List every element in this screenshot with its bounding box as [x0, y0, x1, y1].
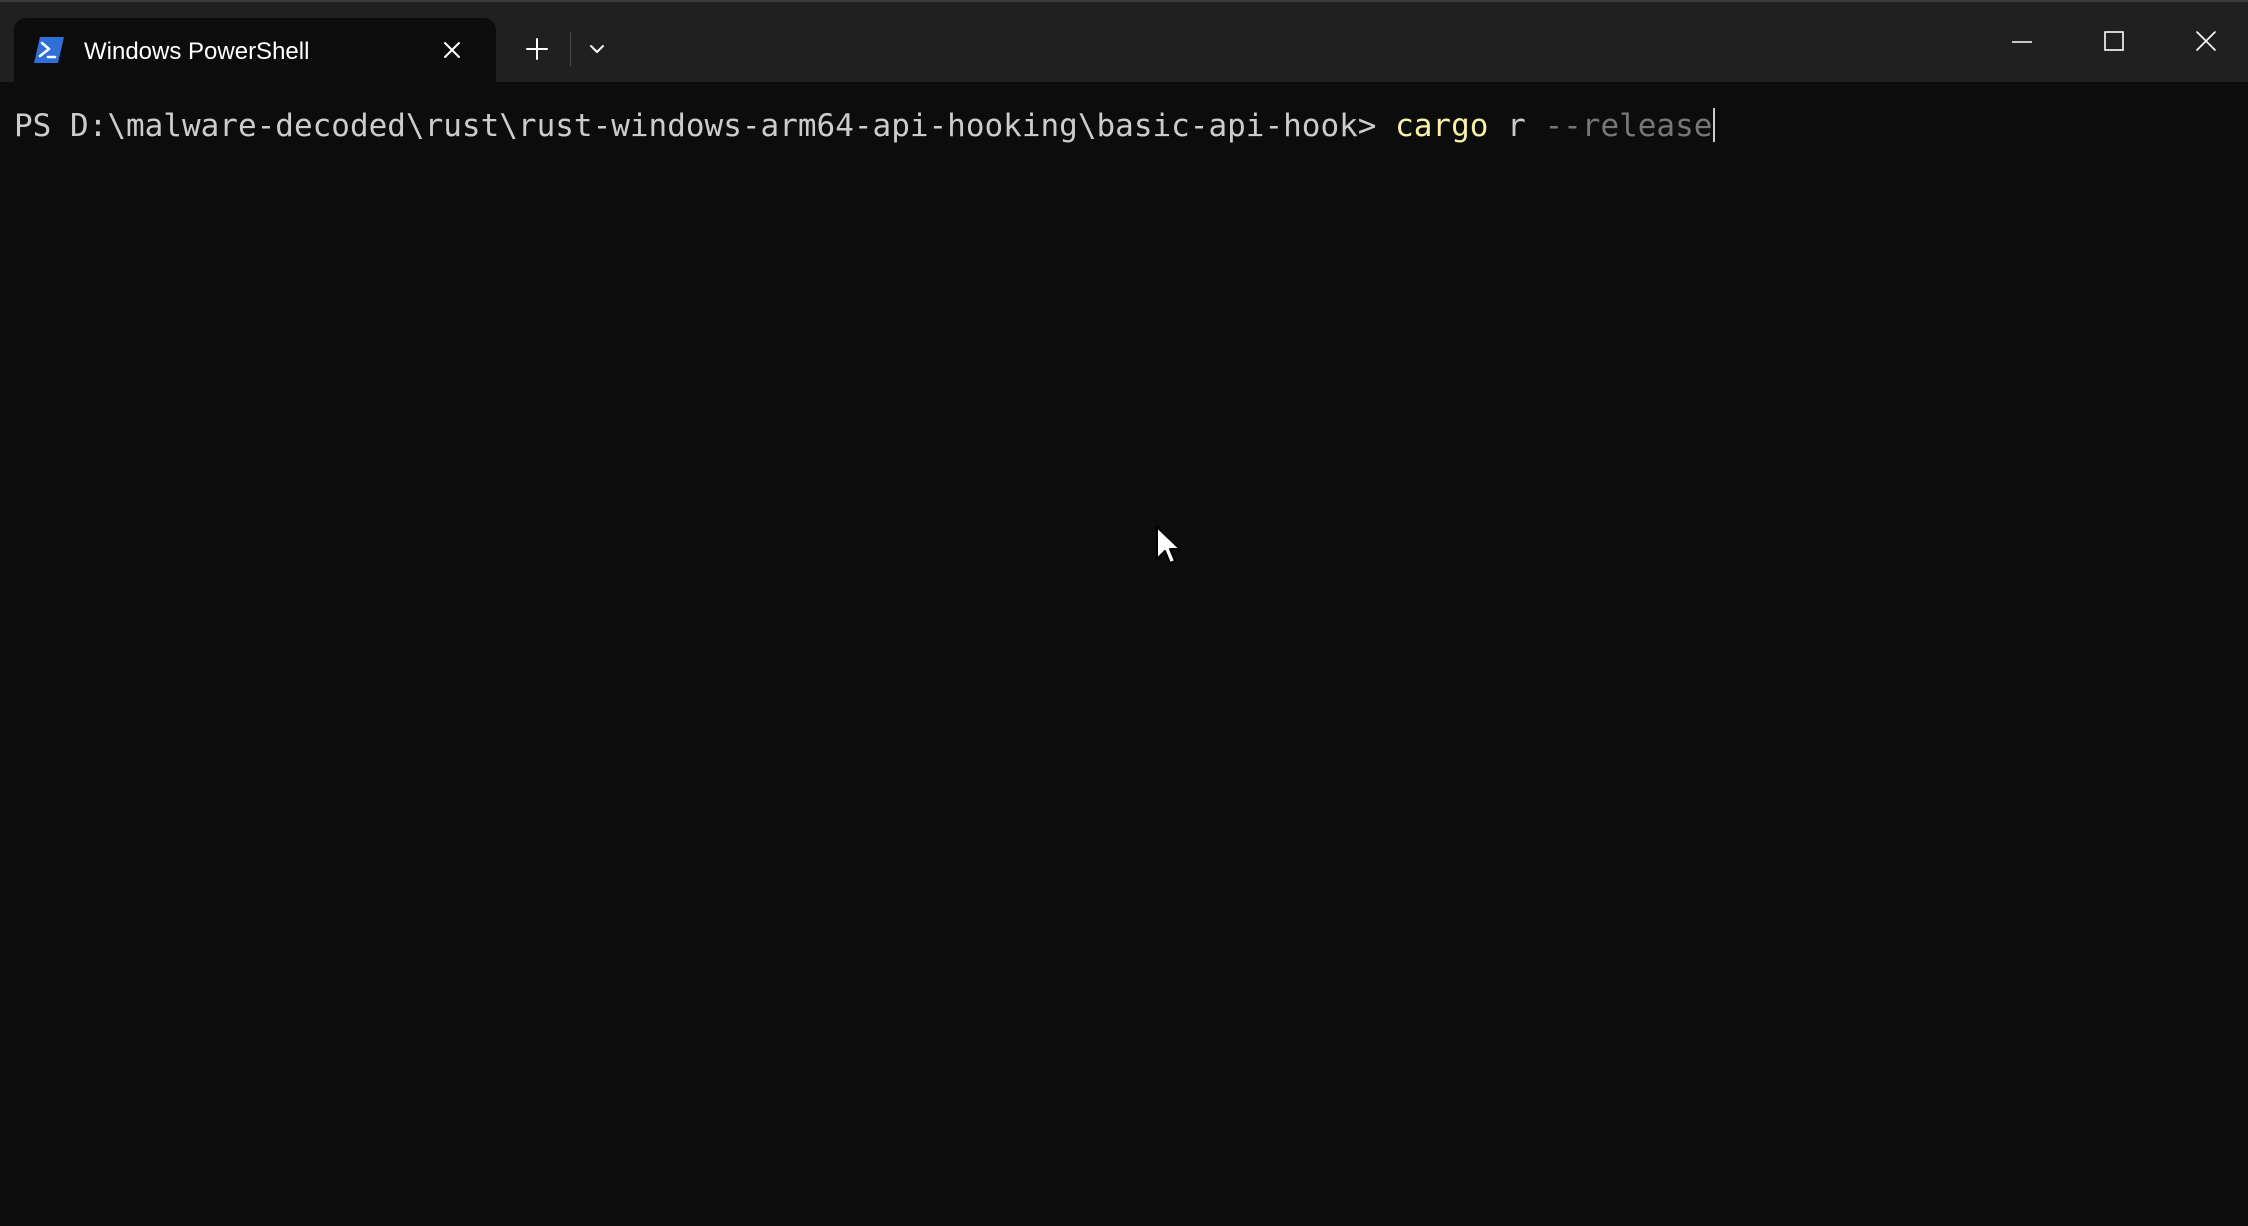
prompt-line: PS D:\malware-decoded\rust\rust-windows-…	[14, 96, 1716, 156]
terminal-output[interactable]: PS D:\malware-decoded\rust\rust-windows-…	[0, 82, 2248, 1226]
maximize-button[interactable]	[2092, 24, 2136, 60]
profile-dropdown-button[interactable]	[580, 32, 614, 66]
close-icon	[2196, 31, 2216, 51]
tab-windows-powershell[interactable]: Windows PowerShell	[14, 18, 496, 84]
powershell-icon	[34, 37, 64, 63]
terminal-window: Windows PowerShell PS D:\malware-decoded…	[0, 0, 2248, 1226]
command-parameter: --release	[1544, 108, 1713, 144]
title-bar[interactable]: Windows PowerShell	[0, 0, 2248, 84]
command-argument: r	[1507, 108, 1526, 144]
minimize-icon	[2012, 41, 2032, 43]
prompt-path: PS D:\malware-decoded\rust\rust-windows-…	[14, 108, 1396, 144]
command-name: cargo	[1395, 108, 1489, 144]
tab-title: Windows PowerShell	[84, 38, 310, 65]
new-tab-button[interactable]	[518, 30, 556, 68]
minimize-button[interactable]	[2000, 24, 2044, 60]
mouse-pointer-icon	[1155, 525, 1181, 567]
plus-icon	[526, 38, 548, 60]
text-cursor	[1713, 108, 1716, 142]
chevron-down-icon	[590, 45, 604, 53]
maximize-icon	[2104, 31, 2124, 51]
tab-separator	[570, 32, 571, 66]
close-tab-icon[interactable]	[437, 35, 467, 65]
close-window-button[interactable]	[2184, 24, 2228, 60]
